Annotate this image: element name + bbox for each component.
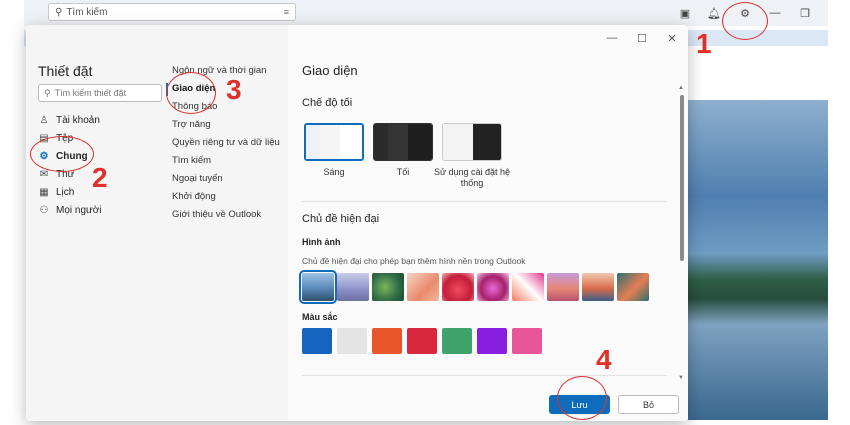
subcategory-privacy[interactable]: Quyền riêng tư và dữ liệu [172, 137, 280, 151]
search-box[interactable]: ⚲ Tìm kiếm ≡ [48, 3, 296, 21]
annotation-number: 4 [596, 344, 612, 375]
annotation-number: 2 [92, 162, 108, 193]
pane-title: Giao diện [302, 63, 358, 78]
divider [302, 375, 667, 376]
search-icon: ⚲ [55, 6, 63, 18]
category-account[interactable]: ♙ Tài khoản [38, 112, 158, 128]
color-swatch[interactable] [337, 328, 367, 354]
wallpaper-thumbnail[interactable] [372, 273, 404, 301]
subcategory-startup[interactable]: Khởi động [172, 191, 216, 205]
color-swatch[interactable] [512, 328, 542, 354]
settings-dialog: — ☐ ✕ Thiết đặt ⚲ Tìm kiếm thiết đặt ♙ T… [26, 25, 688, 421]
color-swatch[interactable] [407, 328, 437, 354]
settings-title: Thiết đặt [38, 63, 93, 79]
bell-icon[interactable]: 🔔︎ [705, 4, 723, 22]
restore-icon[interactable]: ❐ [796, 4, 814, 22]
dialog-close-button[interactable]: ✕ [662, 31, 682, 45]
calendar-icon: ▦ [39, 186, 49, 198]
colors-heading: Màu sắc [302, 312, 338, 322]
theme-system-label: Sử dụng cài đặt hệ thống [433, 167, 511, 188]
wallpaper-thumbnail[interactable] [582, 273, 614, 301]
annotation-number: 3 [226, 74, 242, 105]
minimize-icon[interactable]: — [766, 4, 784, 22]
search-placeholder: Tìm kiếm [66, 6, 108, 18]
subcategory-accessibility[interactable]: Trợ năng [172, 119, 211, 133]
theme-dark-option[interactable] [373, 123, 433, 161]
person-icon: ♙ [39, 114, 49, 126]
wallpaper-thumbnail[interactable] [477, 273, 509, 301]
people-icon: ⚇ [39, 204, 49, 216]
scroll-down-icon[interactable]: ▼ [678, 375, 684, 381]
color-swatch[interactable] [372, 328, 402, 354]
dark-mode-heading: Chế độ tối [302, 97, 353, 109]
wallpaper-thumbnail[interactable] [617, 273, 649, 301]
divider [302, 201, 667, 202]
annotation-circle [557, 376, 607, 420]
dialog-minimize-button[interactable]: — [602, 31, 622, 45]
category-label: Lịch [56, 186, 75, 198]
wallpaper-thumbnail[interactable] [407, 273, 439, 301]
annotation-circle [30, 136, 94, 172]
theme-light-label: Sáng [323, 167, 345, 177]
annotation-circle [722, 2, 768, 40]
subcategory-search[interactable]: Tìm kiếm [172, 155, 211, 169]
wallpaper-thumbnail[interactable] [337, 273, 369, 301]
filter-icon[interactable]: ≡ [284, 7, 289, 17]
scroll-up-icon[interactable]: ▲ [678, 85, 684, 91]
cancel-button[interactable]: Bỏ [618, 395, 679, 414]
images-description: Chủ đề hiện đại cho phép bạn thêm hình n… [302, 256, 526, 266]
theme-light-option[interactable] [304, 123, 364, 161]
wallpaper-thumbnail[interactable] [512, 273, 544, 301]
color-swatch[interactable] [302, 328, 332, 354]
wallpaper-thumbnail[interactable] [299, 270, 337, 304]
dialog-maximize-button[interactable]: ☐ [632, 31, 652, 45]
subcategory-offline[interactable]: Ngoại tuyến [172, 173, 223, 187]
annotation-number: 1 [696, 28, 712, 59]
background-image [688, 100, 828, 420]
category-label: Mọi người [56, 204, 102, 216]
theme-dark-label: Tối [396, 167, 410, 177]
subcategory-about[interactable]: Giới thiệu về Outlook [172, 209, 261, 223]
search-icon: ⚲ [44, 87, 51, 98]
color-swatch[interactable] [442, 328, 472, 354]
scrollbar-thumb[interactable] [680, 95, 684, 261]
wallpaper-thumbnail[interactable] [442, 273, 474, 301]
annotation-circle [166, 72, 216, 114]
wallpaper-thumbnail[interactable] [547, 273, 579, 301]
settings-search-placeholder: Tìm kiếm thiết đặt [54, 88, 127, 98]
meeting-icon[interactable]: ▣ [676, 4, 694, 22]
theme-system-option[interactable] [442, 123, 502, 161]
settings-search-input[interactable]: ⚲ Tìm kiếm thiết đặt [38, 84, 162, 102]
images-heading: Hình ảnh [302, 237, 341, 247]
color-swatch[interactable] [477, 328, 507, 354]
category-label: Tài khoản [56, 114, 100, 126]
modern-themes-heading: Chủ đề hiện đại [302, 213, 380, 225]
category-people[interactable]: ⚇ Mọi người [38, 202, 158, 218]
